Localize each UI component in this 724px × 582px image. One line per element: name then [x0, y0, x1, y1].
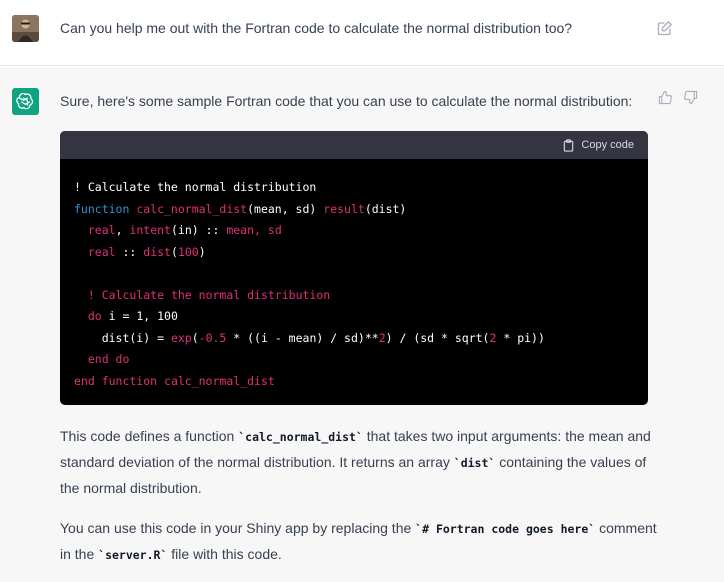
openai-logo-icon: [12, 88, 39, 115]
code-block-header: Copy code: [60, 131, 648, 159]
copy-code-button[interactable]: Copy code: [562, 137, 634, 153]
code-line: do i = 1, 100: [87, 309, 178, 323]
code-line: real, intent(in) :: mean, sd: [87, 223, 282, 237]
assistant-intro-text: Sure, here's some sample Fortran code th…: [60, 93, 633, 109]
inline-code: `dist`: [453, 456, 496, 470]
code-block: Copy code ! Calculate the normal distrib…: [60, 131, 648, 405]
code-line: end function calc_normal_dist: [74, 373, 275, 388]
user-avatar: [12, 15, 39, 42]
assistant-message-row: Sure, here's some sample Fortran code th…: [0, 67, 724, 582]
inline-code: `server.R`: [98, 548, 168, 562]
copy-code-label: Copy code: [581, 139, 634, 151]
inline-code: `# Fortran code goes here`: [415, 522, 596, 536]
code-line: ! Calculate the normal distribution: [87, 287, 331, 302]
explanation-paragraph: This code defines a function `calc_norma…: [60, 428, 651, 496]
user-message-row: Can you help me out with the Fortran cod…: [0, 0, 724, 66]
code-line: dist(i) = exp(-0.5 * ((i - mean) / sd)**…: [74, 330, 545, 345]
code-line: ! Calculate the normal distribution: [74, 180, 317, 194]
usage-paragraph: You can use this code in your Shiny app …: [60, 520, 657, 562]
code-line: function calc_normal_dist(mean, sd) resu…: [74, 201, 407, 216]
thumbs-down-icon[interactable]: [683, 90, 698, 105]
edit-icon[interactable]: [657, 20, 673, 36]
code-body: ! Calculate the normal distribution funct…: [60, 159, 648, 392]
thumbs-up-icon[interactable]: [658, 90, 673, 105]
user-message-text: Can you help me out with the Fortran cod…: [60, 20, 573, 36]
code-line: real :: dist(100): [87, 244, 206, 259]
clipboard-icon: [564, 138, 574, 152]
code-line: end do: [87, 352, 130, 366]
inline-code: `calc_normal_dist`: [238, 430, 363, 444]
